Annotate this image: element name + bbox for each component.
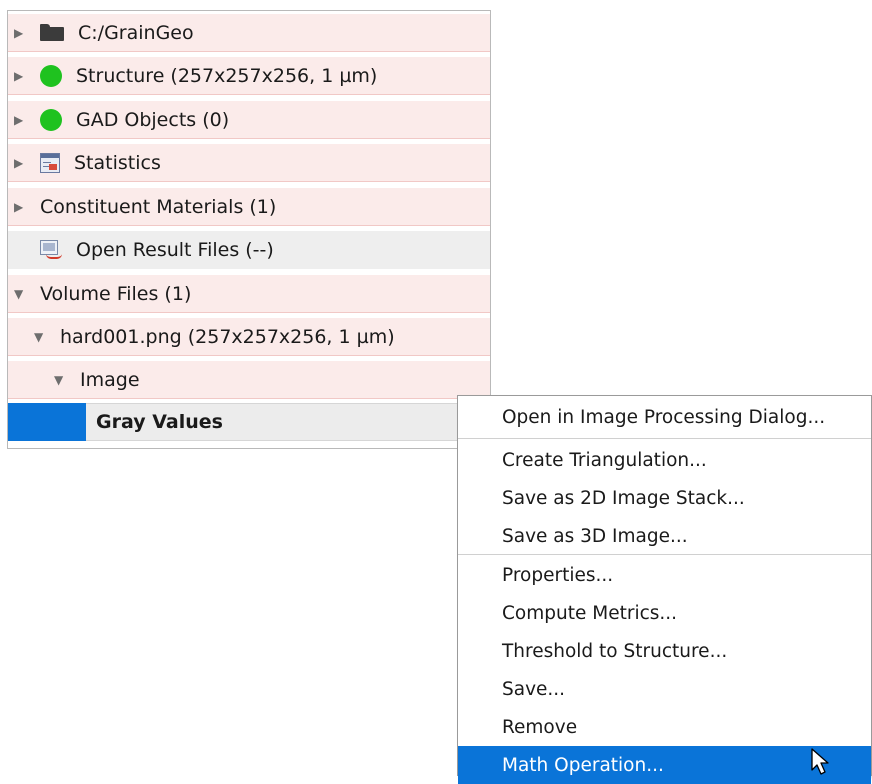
tree-item-volume-files[interactable]: ▼ Volume Files (1) [8, 275, 490, 313]
menu-item-compute-metrics[interactable]: Compute Metrics... [458, 594, 871, 632]
tree-item-gray-values[interactable]: Gray Values [8, 403, 490, 441]
green-status-dot-icon [40, 108, 62, 131]
expand-arrow-icon[interactable]: ▶ [14, 26, 26, 40]
tree-item-label: Open Result Files (--) [76, 239, 274, 261]
tree-item-structure[interactable]: ▶ Structure (257x257x256, 1 µm) [8, 57, 490, 95]
tree-item-gad-objects[interactable]: ▶ GAD Objects (0) [8, 101, 490, 139]
tree-item-label: Statistics [74, 151, 161, 174]
collapse-arrow-icon[interactable]: ▼ [34, 330, 46, 344]
tree-item-label: C:/GrainGeo [78, 21, 194, 44]
menu-item-properties[interactable]: Properties... [458, 556, 871, 594]
tree-item-label: Volume Files (1) [40, 282, 192, 305]
expand-arrow-icon[interactable]: ▶ [14, 113, 26, 127]
context-menu: Open in Image Processing Dialog... Creat… [457, 395, 872, 784]
tree-item-label: GAD Objects (0) [76, 108, 230, 131]
green-status-dot-icon [40, 64, 62, 87]
selection-highlight [8, 403, 86, 441]
tree-item-label: Image [80, 368, 140, 391]
tree-item-open-result-files[interactable]: Open Result Files (--) [8, 231, 490, 269]
menu-item-save[interactable]: Save... [458, 670, 871, 708]
tree-item-constituent-materials[interactable]: ▶ Constituent Materials (1) [8, 188, 490, 226]
tree-item-hard001[interactable]: ▼ hard001.png (257x257x256, 1 µm) [8, 318, 490, 356]
menu-item-save-3d-image[interactable]: Save as 3D Image... [458, 517, 871, 555]
menu-item-open-in-image-processing[interactable]: Open in Image Processing Dialog... [458, 398, 871, 436]
statistics-table-icon [40, 152, 60, 173]
collapse-arrow-icon[interactable]: ▼ [14, 287, 26, 301]
expand-arrow-icon[interactable]: ▶ [14, 200, 26, 214]
tree-item-label: Structure (257x257x256, 1 µm) [76, 64, 378, 87]
project-tree-panel: ▶ C:/GrainGeo ▶ Structure (257x257x256, … [7, 10, 491, 449]
menu-separator [458, 554, 871, 555]
menu-item-remove[interactable]: Remove [458, 708, 871, 746]
tree-item-image[interactable]: ▼ Image [8, 361, 490, 399]
result-files-icon [40, 240, 62, 260]
expand-arrow-icon[interactable]: ▶ [14, 69, 26, 83]
mouse-pointer-icon [811, 748, 829, 775]
expand-arrow-icon[interactable]: ▶ [14, 156, 26, 170]
menu-item-threshold-to-structure[interactable]: Threshold to Structure... [458, 632, 871, 670]
menu-item-save-2d-image-stack[interactable]: Save as 2D Image Stack... [458, 479, 871, 517]
tree-item-statistics[interactable]: ▶ Statistics [8, 144, 490, 182]
tree-item-label: Constituent Materials (1) [40, 195, 277, 218]
menu-item-create-triangulation[interactable]: Create Triangulation... [458, 441, 871, 479]
folder-icon [40, 24, 64, 41]
tree-item-graingeo[interactable]: ▶ C:/GrainGeo [8, 14, 490, 52]
tree-item-label: hard001.png (257x257x256, 1 µm) [60, 325, 395, 348]
menu-separator [458, 438, 871, 439]
collapse-arrow-icon[interactable]: ▼ [54, 373, 66, 387]
tree-item-label: Gray Values [86, 403, 490, 441]
